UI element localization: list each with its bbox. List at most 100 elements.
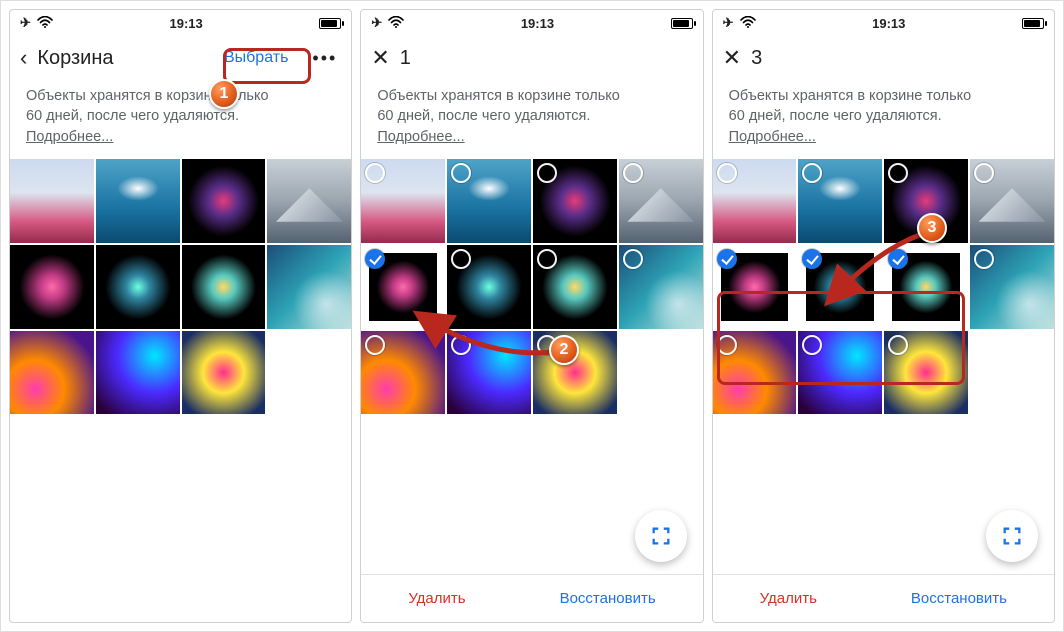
- selection-circle-icon[interactable]: [974, 163, 994, 183]
- photo-thumb[interactable]: [713, 159, 797, 243]
- photo-thumb-selected[interactable]: [713, 245, 797, 329]
- phone-screen-1: ✈ 19:13 ‹ Корзина Выбрать ••• Объекты хр…: [9, 9, 352, 623]
- photo-thumb[interactable]: [267, 159, 351, 243]
- photo-thumb[interactable]: [361, 159, 445, 243]
- selection-circle-icon[interactable]: [537, 335, 557, 355]
- close-icon[interactable]: ✕: [371, 47, 389, 69]
- photo-thumb[interactable]: [970, 245, 1054, 329]
- photo-thumb[interactable]: [713, 331, 797, 415]
- photo-thumb[interactable]: [182, 245, 266, 329]
- selection-circle-icon[interactable]: [888, 335, 908, 355]
- photo-thumb[interactable]: [533, 331, 617, 415]
- status-time: 19:13: [521, 16, 554, 31]
- selection-checked-icon[interactable]: [717, 249, 737, 269]
- photo-thumb[interactable]: [447, 159, 531, 243]
- selection-circle-icon[interactable]: [974, 249, 994, 269]
- photo-thumb[interactable]: [884, 331, 968, 415]
- photo-thumb[interactable]: [10, 245, 94, 329]
- restore-button[interactable]: Восстановить: [560, 590, 656, 607]
- photo-thumb[interactable]: [96, 159, 180, 243]
- learn-more-link[interactable]: Подробнее...: [729, 129, 816, 145]
- airplane-icon: ✈: [20, 15, 31, 31]
- photo-thumb-selected[interactable]: [798, 245, 882, 329]
- learn-more-link[interactable]: Подробнее...: [26, 129, 113, 145]
- selection-circle-icon[interactable]: [537, 163, 557, 183]
- phone-screen-3: ✈ 19:13 ✕ 3 Объекты хранятся в корзине т…: [712, 9, 1055, 623]
- more-options-icon[interactable]: •••: [308, 48, 341, 69]
- fullscreen-icon: [650, 525, 672, 547]
- photo-thumb[interactable]: [884, 159, 968, 243]
- restore-button[interactable]: Восстановить: [911, 590, 1007, 607]
- back-chevron-icon[interactable]: ‹: [20, 47, 27, 69]
- photo-thumb[interactable]: [798, 331, 882, 415]
- status-time: 19:13: [872, 16, 905, 31]
- photo-grid: [361, 159, 702, 415]
- navigation-bar: ✕ 3: [713, 36, 1054, 80]
- photo-thumb[interactable]: [361, 331, 445, 415]
- photo-thumb[interactable]: [267, 245, 351, 329]
- selection-circle-icon[interactable]: [451, 249, 471, 269]
- delete-button[interactable]: Удалить: [760, 590, 817, 607]
- battery-icon: [671, 18, 693, 29]
- selection-circle-icon[interactable]: [451, 163, 471, 183]
- selection-checked-icon[interactable]: [888, 249, 908, 269]
- photo-thumb[interactable]: [533, 245, 617, 329]
- photo-thumb[interactable]: [182, 331, 266, 415]
- wifi-icon: [740, 16, 756, 31]
- photo-thumb[interactable]: [10, 159, 94, 243]
- fullscreen-fab[interactable]: [635, 510, 687, 562]
- photo-thumb[interactable]: [447, 245, 531, 329]
- selection-circle-icon[interactable]: [365, 335, 385, 355]
- photo-thumb[interactable]: [10, 331, 94, 415]
- photo-thumb[interactable]: [96, 245, 180, 329]
- photo-thumb[interactable]: [96, 331, 180, 415]
- selection-count: 1: [400, 47, 411, 70]
- photo-grid: [713, 159, 1054, 415]
- status-time: 19:13: [169, 16, 202, 31]
- wifi-icon: [37, 16, 53, 31]
- selection-circle-icon[interactable]: [451, 335, 471, 355]
- selection-circle-icon[interactable]: [717, 335, 737, 355]
- airplane-icon: ✈: [723, 15, 734, 31]
- selection-checked-icon[interactable]: [365, 249, 385, 269]
- trash-info-text: Объекты хранятся в корзине только 60 дне…: [713, 80, 1054, 159]
- wifi-icon: [388, 16, 404, 31]
- photo-thumb-selected[interactable]: [361, 245, 445, 329]
- navigation-bar: ‹ Корзина Выбрать •••: [10, 36, 351, 80]
- photo-thumb[interactable]: [970, 159, 1054, 243]
- phone-screen-2: ✈ 19:13 ✕ 1 Объекты хранятся в корзине т…: [360, 9, 703, 623]
- status-bar: ✈ 19:13: [361, 10, 702, 36]
- selection-circle-icon[interactable]: [623, 163, 643, 183]
- photo-thumb-selected[interactable]: [884, 245, 968, 329]
- bottom-action-bar: Удалить Восстановить: [713, 574, 1054, 622]
- tutorial-composite: ✈ 19:13 ‹ Корзина Выбрать ••• Объекты хр…: [0, 0, 1064, 632]
- trash-info-text: Объекты хранятся в корзине только 60 дне…: [10, 80, 351, 159]
- selection-circle-icon[interactable]: [802, 335, 822, 355]
- photo-thumb[interactable]: [533, 159, 617, 243]
- select-button[interactable]: Выбрать: [214, 45, 298, 71]
- photo-thumb[interactable]: [182, 159, 266, 243]
- learn-more-link[interactable]: Подробнее...: [377, 129, 464, 145]
- photo-thumb[interactable]: [798, 159, 882, 243]
- navigation-bar: ✕ 1: [361, 36, 702, 80]
- selection-circle-icon[interactable]: [623, 249, 643, 269]
- battery-icon: [319, 18, 341, 29]
- fullscreen-fab[interactable]: [986, 510, 1038, 562]
- photo-thumb[interactable]: [619, 159, 703, 243]
- trash-info-text: Объекты хранятся в корзине только 60 дне…: [361, 80, 702, 159]
- page-title: Корзина: [37, 47, 113, 70]
- battery-icon: [1022, 18, 1044, 29]
- delete-button[interactable]: Удалить: [408, 590, 465, 607]
- photo-grid: [10, 159, 351, 415]
- selection-circle-icon[interactable]: [537, 249, 557, 269]
- photo-thumb[interactable]: [619, 245, 703, 329]
- airplane-icon: ✈: [371, 15, 382, 31]
- photo-thumb[interactable]: [447, 331, 531, 415]
- status-bar: ✈ 19:13: [713, 10, 1054, 36]
- close-icon[interactable]: ✕: [723, 47, 741, 69]
- bottom-action-bar: Удалить Восстановить: [361, 574, 702, 622]
- status-bar: ✈ 19:13: [10, 10, 351, 36]
- fullscreen-icon: [1001, 525, 1023, 547]
- selection-circle-icon[interactable]: [717, 163, 737, 183]
- selection-count: 3: [751, 47, 762, 70]
